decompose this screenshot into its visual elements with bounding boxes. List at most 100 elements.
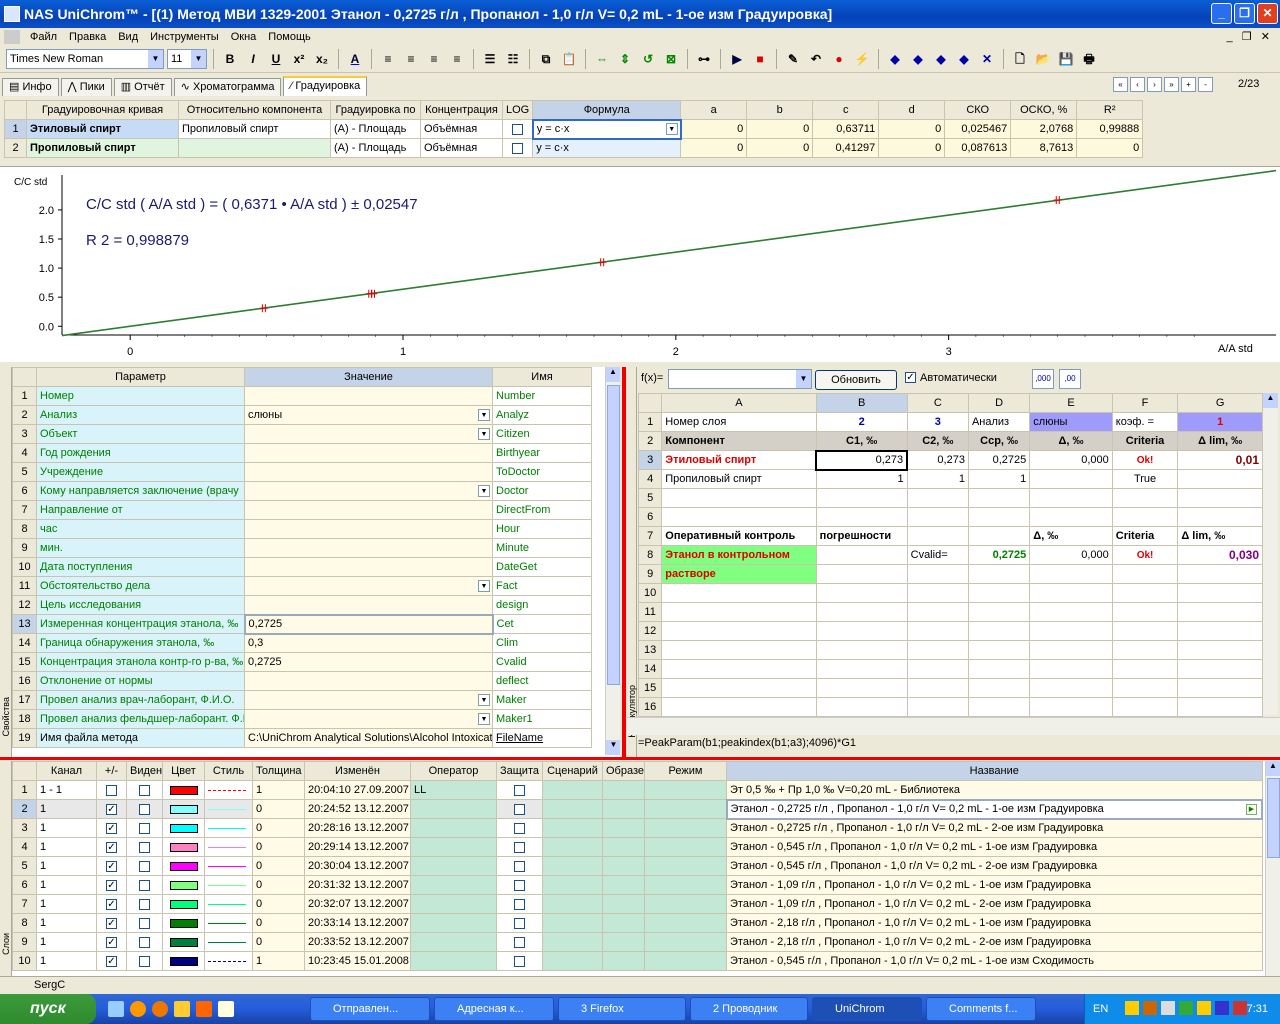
sheet-cell[interactable]: 0,273 (815, 449, 909, 471)
plus-checkbox[interactable]: ✓ (106, 860, 117, 872)
scroll-down-icon[interactable]: ▼ (606, 740, 620, 755)
decimal-icon[interactable]: ,000 (1032, 369, 1054, 389)
sheet-cell[interactable] (1111, 697, 1179, 717)
plus-cell[interactable]: ✓ (96, 894, 127, 914)
channel-cell[interactable]: 1 (36, 951, 97, 971)
d-cell[interactable]: 0 (878, 138, 946, 158)
sheet-cell[interactable] (906, 602, 969, 622)
firefox-icon[interactable] (130, 1001, 146, 1017)
sheet-cell[interactable]: 0,030 (1177, 545, 1263, 565)
sheet-cell[interactable] (1177, 507, 1263, 527)
curve-cell[interactable]: Этиловый спирт (26, 119, 179, 139)
protect-checkbox[interactable] (514, 898, 525, 910)
calibration-point[interactable] (598, 258, 607, 267)
fit-icon[interactable]: ⊠ (661, 49, 681, 69)
plus-cell[interactable]: ✓ (96, 951, 127, 971)
sheet-cell[interactable] (661, 488, 817, 508)
auto-checkbox[interactable]: ✓ (905, 372, 916, 383)
new-doc-icon[interactable]: 🗋 (1010, 49, 1030, 69)
width-cell[interactable]: 1 (252, 951, 305, 971)
sheet-cell[interactable] (1111, 507, 1179, 527)
curve-cell[interactable]: Пропиловый спирт (26, 138, 179, 158)
chevron-down-icon[interactable]: ▼ (478, 409, 490, 421)
menu-edit[interactable]: Правка (63, 31, 112, 43)
color-cell[interactable] (162, 951, 205, 971)
tray-icon[interactable] (1125, 1001, 1139, 1015)
sheet-cell[interactable] (1029, 507, 1113, 527)
scroll-up-icon[interactable]: ▲ (606, 367, 620, 382)
sheet-cell[interactable]: Ok! (1111, 545, 1179, 565)
style-cell[interactable] (204, 951, 253, 971)
link-icon[interactable]: ⊶ (694, 49, 714, 69)
play-icon[interactable]: ▶ (727, 49, 747, 69)
menu-tools[interactable]: Инструменты (144, 31, 225, 43)
sheet-cell[interactable] (1111, 488, 1179, 508)
property-row[interactable]: 5 Учреждение ToDoctor (12, 462, 592, 482)
r2-cell[interactable]: 0 (1076, 138, 1144, 158)
c-cell[interactable]: 0,41297 (812, 138, 880, 158)
bullets-icon[interactable]: ☰ (480, 49, 500, 69)
layer-name-cell[interactable]: Этанол - 0,545 г/л , Пропанол - 1,0 г/л … (726, 837, 1263, 857)
tab-report[interactable]: ▥ Отчёт (113, 78, 172, 96)
protect-checkbox[interactable] (514, 917, 525, 929)
scroll-thumb[interactable] (1267, 778, 1280, 858)
sheet-cell[interactable] (815, 602, 908, 622)
taskbar-button[interactable]: Адресная к... (434, 997, 554, 1021)
protect-cell[interactable] (496, 799, 543, 819)
value-cell[interactable] (244, 443, 493, 463)
function-select[interactable]: ▼ (668, 369, 812, 389)
style-cell[interactable] (204, 818, 253, 838)
relative-cell[interactable] (178, 138, 331, 158)
sheet-cell[interactable] (1177, 621, 1263, 641)
sheet-cell[interactable] (967, 507, 1031, 527)
sheet-cell[interactable] (1111, 640, 1179, 660)
plus-cell[interactable]: ✓ (96, 932, 127, 952)
sheet-cell[interactable] (1177, 469, 1263, 489)
sheet-cell[interactable]: Δ lim, ‰ (1177, 526, 1263, 546)
browser-icon[interactable] (152, 1001, 168, 1017)
subscript-button[interactable]: x₂ (312, 49, 332, 69)
sample-cell[interactable] (602, 799, 645, 819)
sheet-cell[interactable]: True (1111, 469, 1179, 489)
chevron-down-icon[interactable]: ▼ (478, 428, 490, 440)
width-cell[interactable]: 0 (252, 799, 305, 819)
channel-cell[interactable]: 1 (36, 837, 97, 857)
sheet-cell[interactable] (1177, 678, 1263, 698)
sheet-cell[interactable]: Cvalid= (906, 545, 969, 565)
maximize-button[interactable]: ❐ (1234, 3, 1255, 24)
sko-cell[interactable]: 0,087613 (944, 138, 1012, 158)
tray-icon[interactable] (1233, 1001, 1247, 1015)
width-cell[interactable]: 0 (252, 875, 305, 895)
taskbar-button[interactable]: UniChrom (812, 997, 922, 1021)
plus-cell[interactable]: ✓ (96, 799, 127, 819)
b-cell[interactable]: 0 (746, 138, 814, 158)
sheet-cell[interactable] (661, 621, 817, 641)
sheet-cell[interactable] (967, 583, 1031, 603)
mode-cell[interactable] (644, 799, 727, 819)
calibration-point[interactable] (369, 289, 378, 298)
width-cell[interactable]: 1 (252, 780, 305, 800)
conc-cell[interactable]: Объёмная (420, 138, 503, 158)
round-icon[interactable]: ,00 (1059, 369, 1081, 389)
protect-cell[interactable] (496, 932, 543, 952)
sheet-cell[interactable] (1029, 678, 1113, 698)
visible-cell[interactable] (126, 856, 163, 876)
scenario-cell[interactable] (542, 875, 603, 895)
taskbar-button[interactable]: Comments f... (926, 997, 1036, 1021)
sheet-cell[interactable]: 0,273 (906, 450, 969, 470)
visible-checkbox[interactable] (139, 879, 150, 891)
visible-checkbox[interactable] (139, 955, 150, 967)
property-row[interactable]: 3 Объект ▼ Citizen (12, 424, 592, 444)
sheet-cell[interactable]: 0,2725 (967, 450, 1031, 470)
property-row[interactable]: 1 Номер Number (12, 386, 592, 406)
print-icon[interactable]: 🖶 (1079, 49, 1099, 69)
relative-cell[interactable]: Пропиловый спирт (178, 119, 331, 139)
tab-calibration[interactable]: ⁄ Градуировка (283, 76, 368, 96)
protect-cell[interactable] (496, 875, 543, 895)
calibration-plot[interactable]: C/C std ( A/A std ) = ( 0,6371 • A/A std… (0, 166, 1280, 362)
property-row[interactable]: 12 Цель исследования design (12, 595, 592, 615)
protect-checkbox[interactable] (514, 936, 525, 948)
plus-cell[interactable]: ✓ (96, 875, 127, 895)
menu-windows[interactable]: Окна (225, 31, 263, 43)
layer-row[interactable]: 10 1 ✓ 1 10:23:45 15.01.2008 Этанол - 0,545 г… (12, 951, 1263, 971)
